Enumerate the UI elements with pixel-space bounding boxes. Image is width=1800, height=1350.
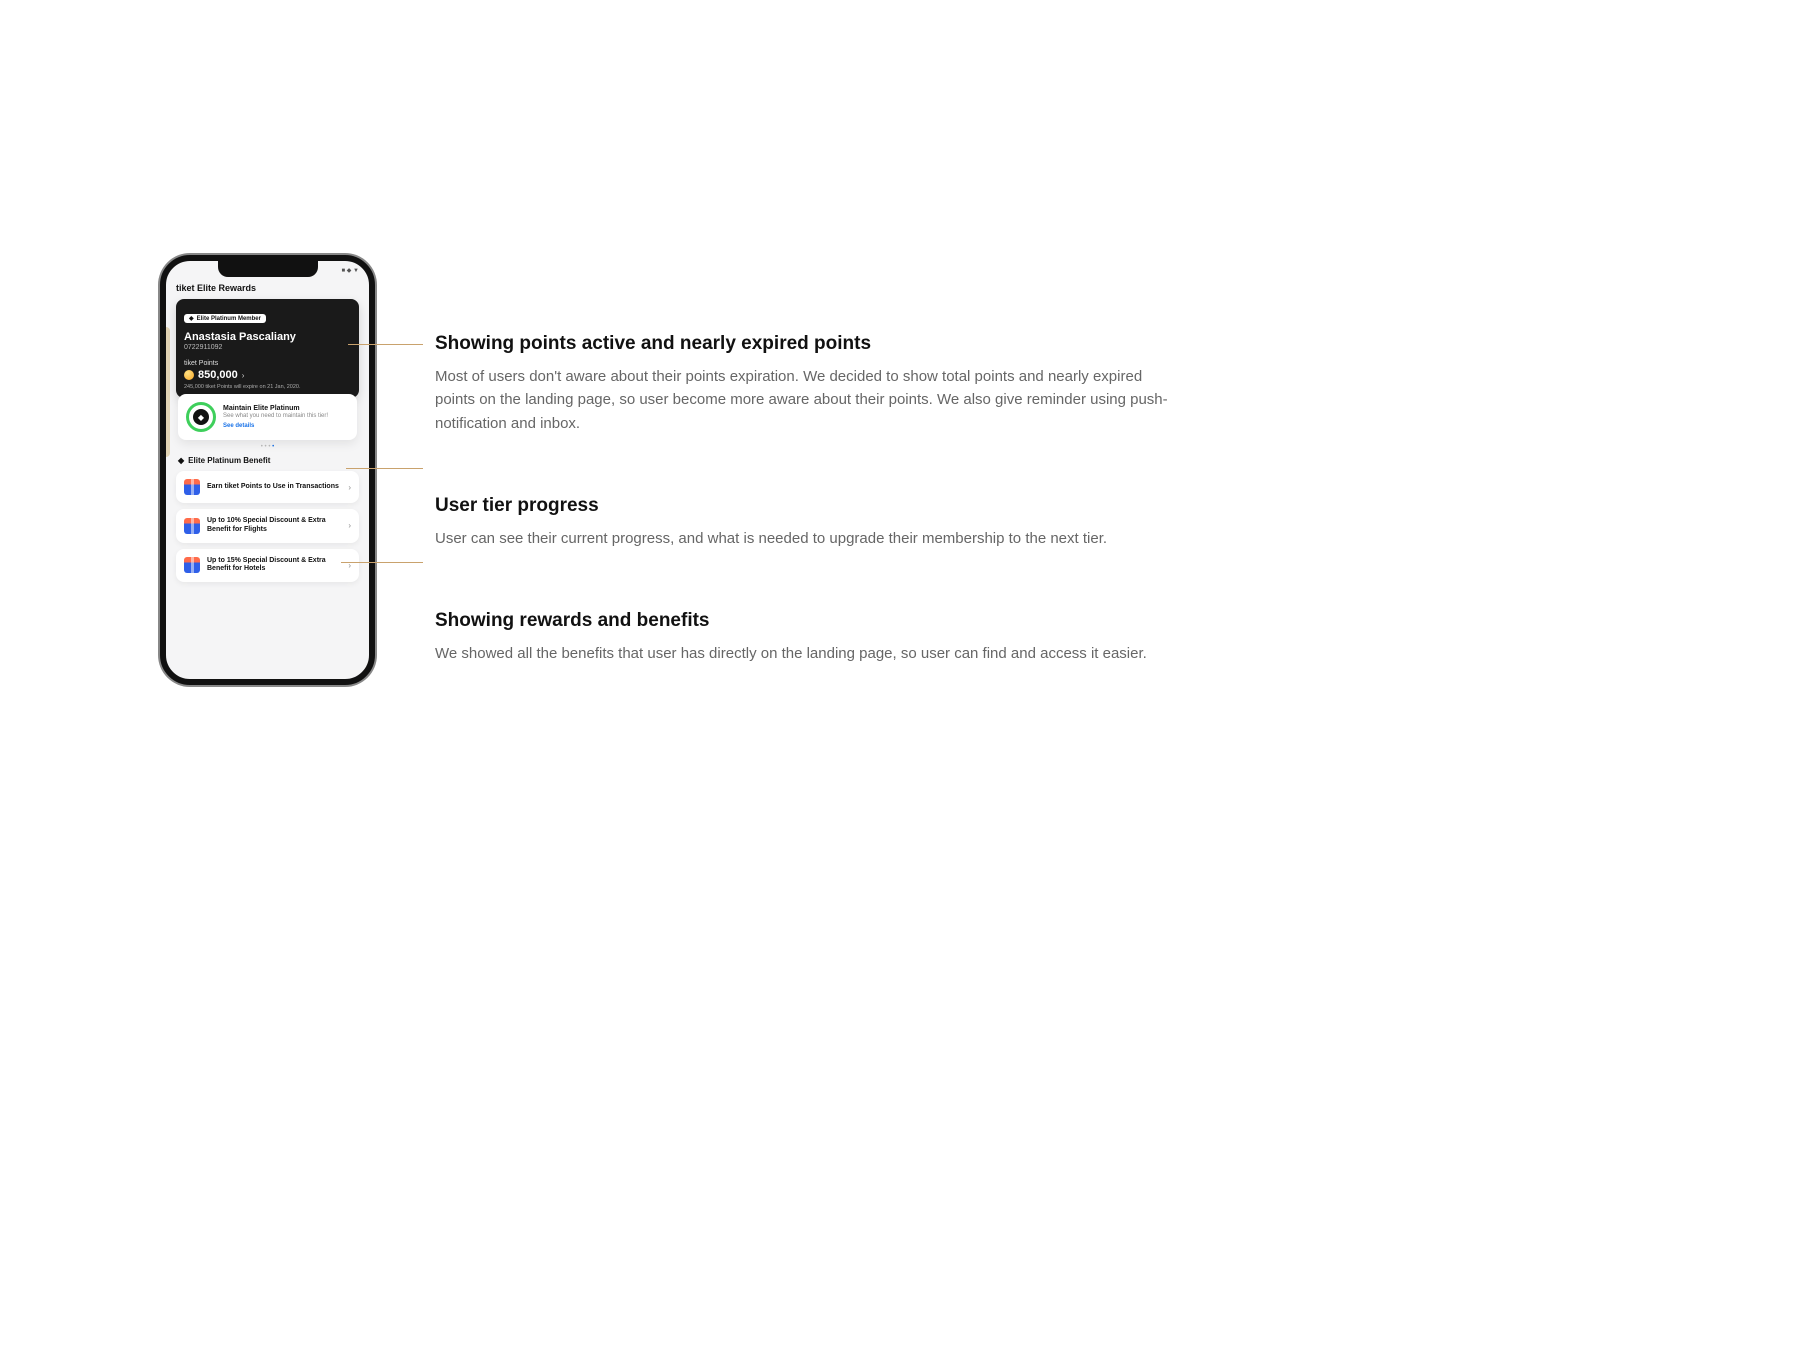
benefit-item[interactable]: Up to 15% Special Discount & Extra Benef… <box>176 549 359 583</box>
annotation-body: User can see their current progress, and… <box>435 527 1175 550</box>
connector-line <box>348 344 423 345</box>
chevron-right-icon: › <box>348 521 351 530</box>
points-label: tiket Points <box>184 360 351 367</box>
tier-badge: ◆ Elite Platinum Member <box>184 314 266 323</box>
benefit-label: Up to 10% Special Discount & Extra Benef… <box>207 517 348 535</box>
annotation-body: We showed all the benefits that user has… <box>435 642 1175 665</box>
benefit-item[interactable]: Earn tiket Points to Use in Transactions… <box>176 471 359 503</box>
coin-icon <box>184 370 194 380</box>
annotation-block: Showing points active and nearly expired… <box>435 333 1175 435</box>
user-id: 0722911092 <box>184 344 351 351</box>
app-title: tiket Elite Rewards <box>166 279 369 299</box>
benefit-label: Earn tiket Points to Use in Transactions <box>207 483 348 492</box>
tier-progress-card[interactable]: ◆ Maintain Elite Platinum See what you n… <box>178 394 357 440</box>
diamond-icon: ◆ <box>178 456 184 465</box>
points-value: 850,000 <box>198 369 238 381</box>
benefit-section-title: Elite Platinum Benefit <box>188 456 270 465</box>
gift-icon <box>184 557 200 573</box>
annotation-title: User tier progress <box>435 495 1175 517</box>
chevron-right-icon: › <box>348 483 351 492</box>
benefit-section-header: ◆ Elite Platinum Benefit <box>166 452 369 471</box>
annotation-block: User tier progress User can see their cu… <box>435 495 1175 550</box>
annotation-body: Most of users don't aware about their po… <box>435 365 1175 435</box>
progress-subtitle: See what you need to maintain this tier! <box>223 413 328 420</box>
connector-line <box>341 562 423 563</box>
chevron-right-icon: › <box>242 371 245 380</box>
benefit-label: Up to 15% Special Discount & Extra Benef… <box>207 557 348 575</box>
progress-cta[interactable]: See details <box>223 423 328 429</box>
progress-ring-icon: ◆ <box>186 402 216 432</box>
carousel-dots: • • • • <box>166 444 369 450</box>
progress-title: Maintain Elite Platinum <box>223 405 328 412</box>
phone-notch <box>218 261 318 277</box>
tier-badge-label: Elite Platinum Member <box>197 316 261 322</box>
annotation-title: Showing rewards and benefits <box>435 610 1175 632</box>
decorative-strip <box>160 327 170 457</box>
points-row[interactable]: 850,000 › <box>184 369 351 381</box>
diamond-icon: ◆ <box>189 315 194 322</box>
gift-icon <box>184 479 200 495</box>
phone-mockup: ■ ◆ ▼ tiket Elite Rewards ◆ Elite Platin… <box>160 255 375 685</box>
connector-line <box>346 468 423 469</box>
gift-icon <box>184 518 200 534</box>
points-expiry-note: 245,000 tiket Points will expire on 21 J… <box>184 384 351 390</box>
benefit-item[interactable]: Up to 10% Special Discount & Extra Benef… <box>176 509 359 543</box>
member-card: ◆ Elite Platinum Member Anastasia Pascal… <box>176 299 359 398</box>
status-icons: ■ ◆ ▼ <box>341 267 359 274</box>
user-name: Anastasia Pascaliany <box>184 331 351 343</box>
annotation-title: Showing points active and nearly expired… <box>435 333 1175 355</box>
annotation-block: Showing rewards and benefits We showed a… <box>435 610 1175 665</box>
